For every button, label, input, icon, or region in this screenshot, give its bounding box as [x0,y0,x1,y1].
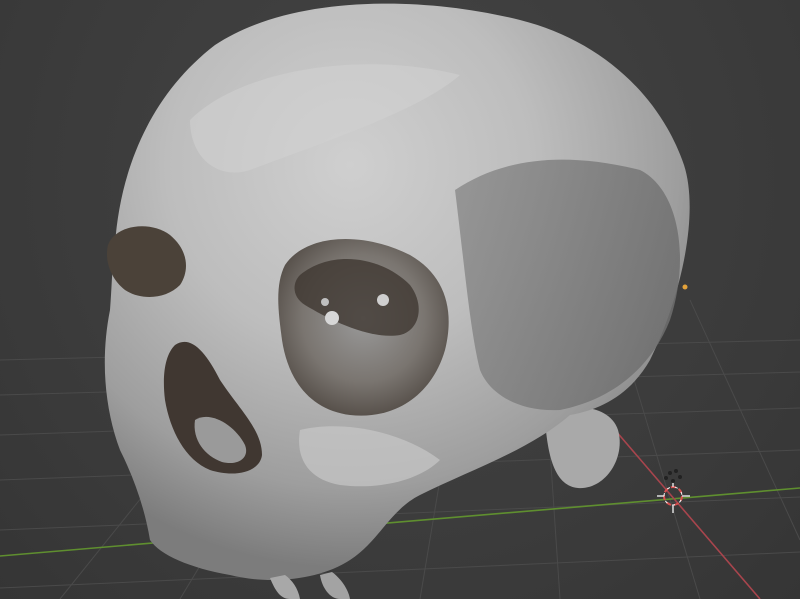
skull-mesh[interactable] [104,3,690,599]
light-icon[interactable] [682,284,688,290]
x-axis-line [614,429,761,599]
3d-viewport[interactable] [0,0,800,599]
origin-icon [664,469,682,483]
viewport-canvas[interactable] [0,0,800,599]
